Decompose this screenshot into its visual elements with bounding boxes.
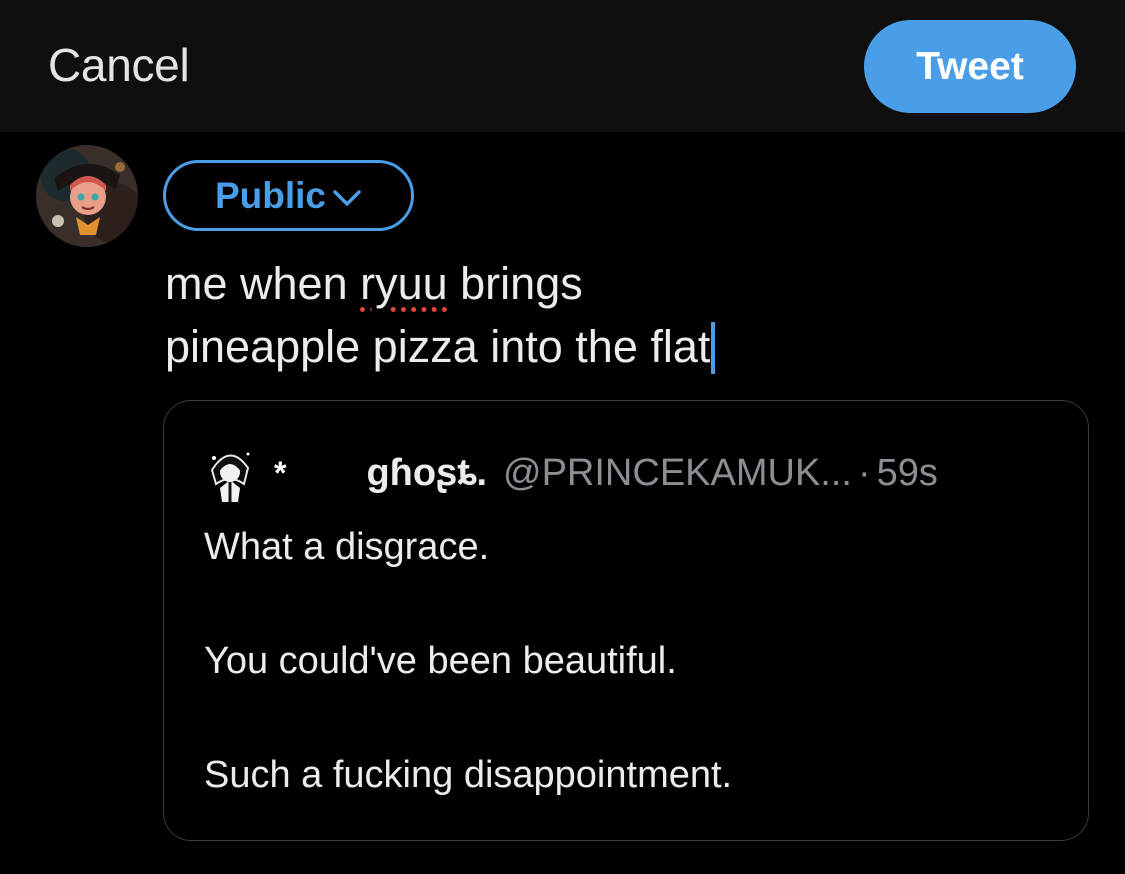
quoted-line: What a disgrace. <box>204 526 490 568</box>
compose-line-2: pineapple pizza into the flat <box>165 315 1065 378</box>
quoted-line: You could've been beautiful. <box>204 640 677 682</box>
quoted-tweet-card[interactable]: * gɦoʂȶ. @PRINCEKAMUK... · 59s What a di… <box>163 400 1089 841</box>
misspelled-word[interactable]: ryuu <box>360 258 448 309</box>
quoted-avatar <box>204 444 256 502</box>
chevron-down-icon <box>333 189 361 206</box>
compose-line-1: me when ryuu brings <box>165 258 583 309</box>
tweet-button[interactable]: Tweet <box>864 20 1076 113</box>
name-decoration: * <box>274 454 287 491</box>
quoted-line: Such a fucking disappointment. <box>204 754 733 796</box>
compose-header: Cancel Tweet <box>0 0 1125 132</box>
tweet-text-input[interactable]: me when ryuu brings pineapple pizza into… <box>165 252 1065 378</box>
audience-label: Public <box>214 174 327 216</box>
cancel-button[interactable]: Cancel <box>48 38 190 92</box>
quoted-display-name: gɦoʂȶ. <box>366 451 488 494</box>
quoted-tweet-text: What a disgrace. You could've been beaut… <box>204 519 1064 804</box>
quoted-tweet-header: * gɦoʂȶ. @PRINCEKAMUK... · 59s <box>204 443 1064 503</box>
text-caret <box>711 322 716 374</box>
audience-selector[interactable]: Public <box>163 160 414 231</box>
timestamp-separator: · <box>857 451 871 494</box>
avatar[interactable] <box>36 145 138 247</box>
quoted-timestamp: 59s <box>876 451 938 494</box>
quoted-handle: @PRINCEKAMUK... <box>503 451 852 494</box>
